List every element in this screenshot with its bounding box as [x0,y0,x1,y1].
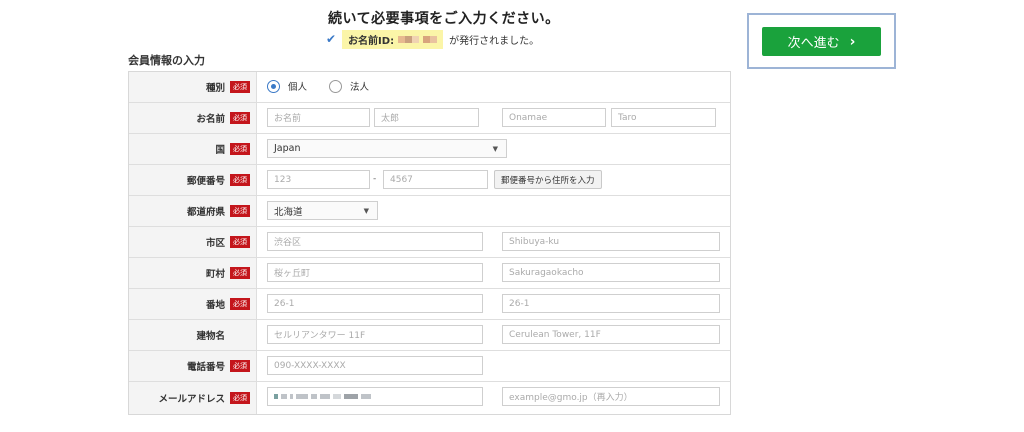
field-label: 番地 [205,300,225,311]
city-roman-input[interactable]: Shibuya-ku [502,232,720,251]
form-row-city: 市区 必須 渋谷区 Shibuya-ku [129,227,730,258]
next-button-frame: 次へ進む › [747,13,896,69]
city-input[interactable]: 渋谷区 [267,232,483,251]
required-badge: 必須 [230,298,250,310]
type-radio-group: 個人 法人 [267,79,391,93]
page-title: 続いて必要事項をご入力ください。 [328,11,560,27]
required-badge: 必須 [230,267,250,279]
form-row-phone: 電話番号 必須 090-XXXX-XXXX [129,351,730,382]
field-label: 町村 [205,269,225,280]
first-name-input[interactable]: 太郎 [374,108,479,127]
member-info-form: 種別 必須 個人 法人 お名前 必須 お名前 太郎 Onamae Taro 国 [128,71,731,415]
last-name-roman-input[interactable]: Onamae [502,108,606,127]
field-label: メールアドレス [158,394,225,405]
field-label: 国 [215,145,225,156]
email-input[interactable] [267,387,483,406]
prefecture-select[interactable]: 北海道 ▼ [267,201,378,220]
required-badge: 必須 [230,112,250,124]
required-badge: 必須 [230,360,250,372]
caret-down-icon: ▼ [492,144,498,153]
postal-code-second-input[interactable]: 4567 [383,170,488,189]
address-lookup-button[interactable]: 郵便番号から住所を入力 [494,170,602,189]
postal-dash: - [373,174,377,184]
town-roman-input[interactable]: Sakuragaokacho [502,263,720,282]
field-label: 都道府県 [186,207,225,218]
field-label: 電話番号 [186,362,225,373]
street-roman-input[interactable]: 26-1 [502,294,720,313]
radio-corporate-label[interactable]: 法人 [350,79,369,93]
required-badge: 必須 [230,174,250,186]
field-label: 市区 [205,238,225,249]
email-confirm-input[interactable]: example@gmo.jp（再入力） [502,387,720,406]
country-select[interactable]: Japan ▼ [267,139,507,158]
first-name-roman-input[interactable]: Taro [611,108,716,127]
form-row-email: メールアドレス 必須 example@gmo.jp（再入力） [129,382,730,414]
form-row-country: 国 必須 Japan ▼ [129,134,730,165]
street-input[interactable]: 26-1 [267,294,483,313]
field-label: 種別 [205,83,225,94]
form-row-type: 種別 必須 個人 法人 [129,72,730,103]
phone-input[interactable]: 090-XXXX-XXXX [267,356,483,375]
required-badge: 必須 [230,205,250,217]
form-row-street: 番地 必須 26-1 26-1 [129,289,730,320]
form-row-name: お名前 必須 お名前 太郎 Onamae Taro [129,103,730,134]
field-label: 郵便番号 [186,176,225,187]
radio-corporate[interactable] [329,79,343,93]
id-issued-notice: ✔ お名前ID: が発行されました。 [326,29,539,49]
redacted-id-mosaic [398,35,438,43]
required-badge: 必須 [230,236,250,248]
field-label: お名前 [196,114,225,125]
required-badge: 必須 [230,81,250,93]
last-name-input[interactable]: お名前 [267,108,370,127]
prefecture-select-value: 北海道 [274,206,303,218]
next-button-label: 次へ進む [787,36,840,51]
building-input[interactable]: セルリアンタワー 11F [267,325,483,344]
redacted-email-mosaic [274,394,371,399]
radio-individual[interactable] [267,79,280,93]
building-roman-input[interactable]: Cerulean Tower, 11F [502,325,720,344]
form-row-town: 町村 必須 桜ヶ丘町 Sakuragaokacho [129,258,730,289]
checkmark-icon: ✔ [326,32,337,46]
field-label: 建物名 [196,331,225,342]
next-button[interactable]: 次へ進む › [762,27,881,56]
country-select-value: Japan [274,143,301,154]
radio-individual-label[interactable]: 個人 [288,79,307,93]
required-badge: 必須 [230,143,250,155]
form-row-prefecture: 都道府県 必須 北海道 ▼ [129,196,730,227]
member-id-label: お名前ID: [348,35,395,47]
required-badge: 必須 [230,392,250,404]
form-row-postal: 郵便番号 必須 123 - 4567 郵便番号から住所を入力 [129,165,730,196]
form-row-building: 建物名 必須 セルリアンタワー 11F Cerulean Tower, 11F [129,320,730,351]
postal-code-first-input[interactable]: 123 [267,170,370,189]
id-issued-text: が発行されました。 [449,35,540,47]
member-id-highlight: お名前ID: [342,29,444,49]
town-input[interactable]: 桜ヶ丘町 [267,263,483,282]
section-title: 会員情報の入力 [128,54,205,67]
caret-down-icon: ▼ [363,206,369,215]
chevron-right-icon: › [849,33,856,50]
